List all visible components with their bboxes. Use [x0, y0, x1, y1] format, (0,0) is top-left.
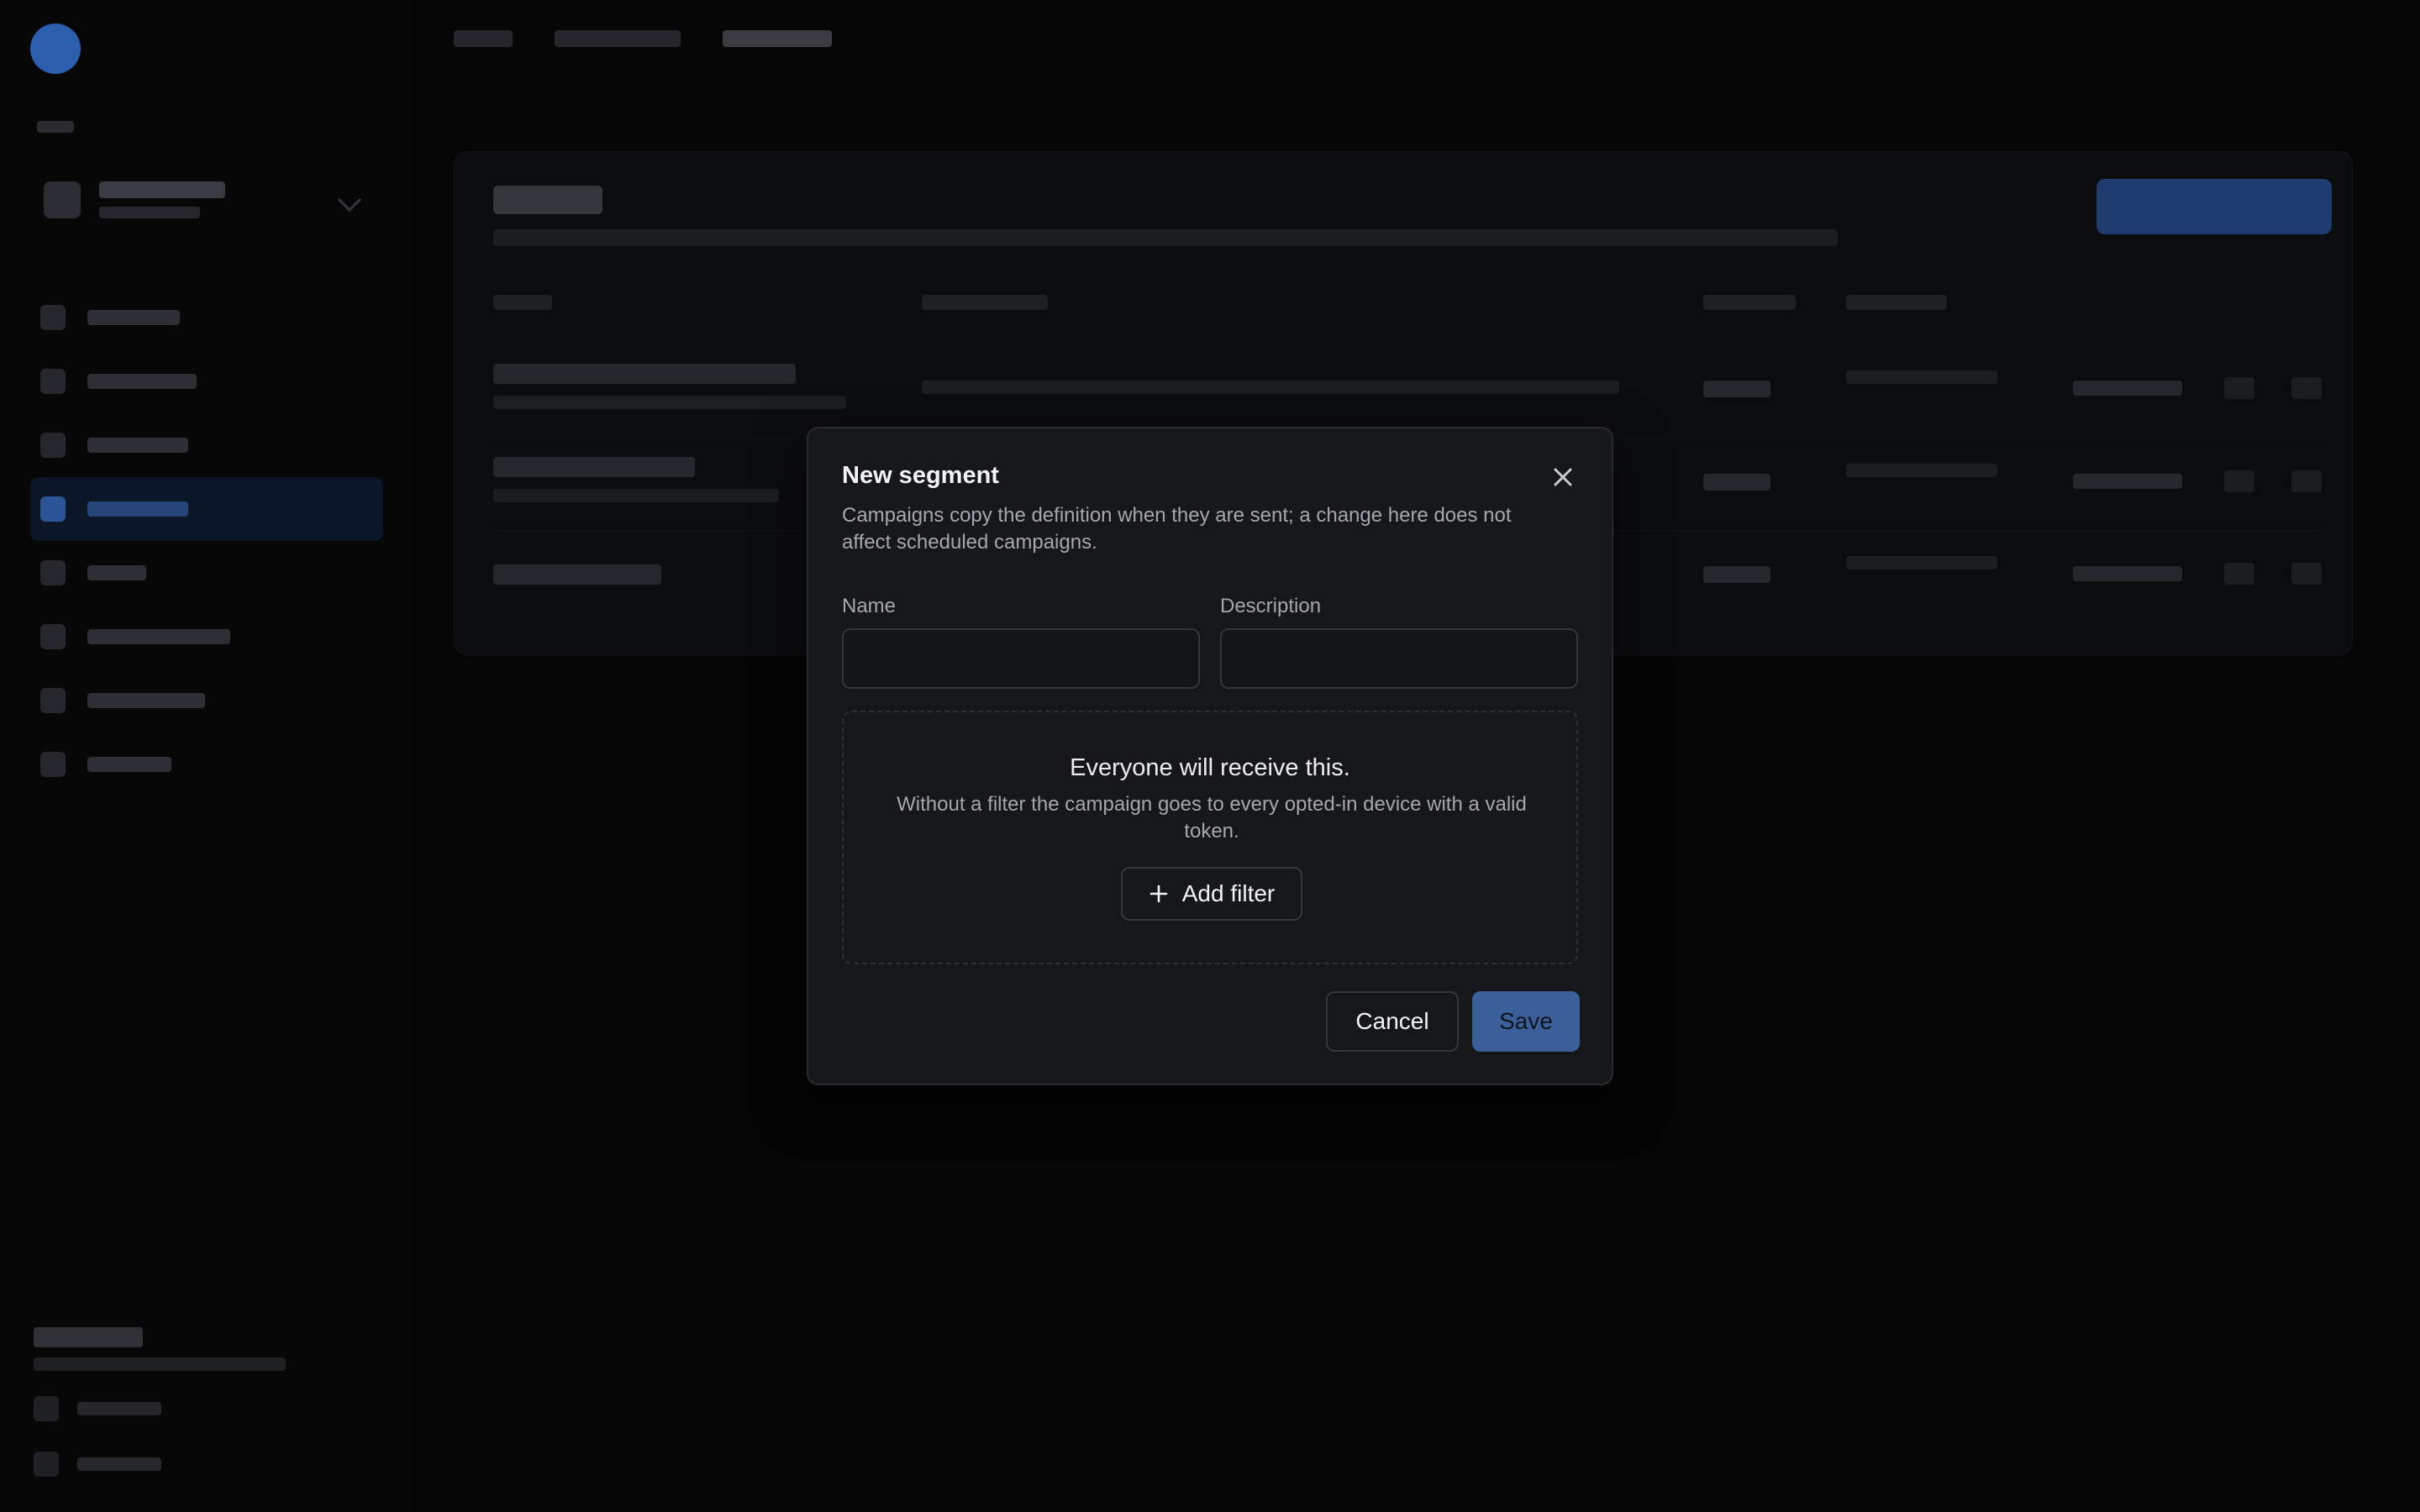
empty-filter-state: Everyone will receive this. Without a fi… [842, 711, 1578, 964]
brand-logo-icon [30, 24, 81, 74]
nav-icon [40, 560, 66, 585]
dialog-description: Campaigns copy the definition when they … [842, 504, 1512, 554]
sidebar-item [30, 732, 383, 796]
nav-icon [40, 752, 66, 777]
name-label: Name [842, 595, 897, 617]
table-row [493, 345, 2325, 438]
new-segment-dialog: New segment Campaigns copy the definitio… [807, 427, 1613, 1085]
footer-icon [34, 1396, 59, 1421]
nav-icon [40, 496, 66, 522]
workspace-switcher [30, 160, 383, 240]
sidebar-nav [30, 286, 383, 796]
close-icon [1554, 468, 1572, 486]
chevron-icon [337, 187, 362, 213]
sidebar [0, 0, 412, 1512]
nav-icon [40, 433, 66, 458]
breadcrumb-item [723, 30, 832, 47]
description-field-group: Description [1220, 595, 1578, 689]
description-input[interactable] [1220, 628, 1578, 689]
table-header [493, 295, 2325, 315]
brand [30, 24, 81, 74]
workspace-icon [44, 181, 81, 218]
cancel-button[interactable]: Cancel [1326, 991, 1459, 1052]
close-button[interactable] [1546, 460, 1580, 494]
app-background: New segment Campaigns copy the definitio… [0, 0, 2420, 1512]
nav-icon [40, 369, 66, 394]
description-label: Description [1220, 595, 1322, 617]
add-filter-button[interactable]: Add filter [1121, 867, 1302, 921]
sidebar-item [30, 413, 383, 477]
breadcrumb-item [454, 30, 513, 47]
sidebar-item [30, 541, 383, 605]
nav-icon [40, 688, 66, 713]
new-segment-button-dimmed [2096, 179, 2332, 234]
sidebar-item [30, 669, 383, 732]
workspace-text-placeholder [99, 181, 225, 218]
save-button[interactable]: Save [1472, 991, 1580, 1052]
empty-filter-description: Without a filter the campaign goes to ev… [897, 793, 1527, 843]
panel-subtitle-placeholder [493, 229, 1838, 246]
sidebar-item-active [30, 477, 383, 541]
name-field-group: Name [842, 595, 1200, 689]
sidebar-item [30, 349, 383, 413]
breadcrumb [454, 30, 832, 47]
panel-title-placeholder [493, 186, 602, 214]
dialog-title: New segment [842, 462, 999, 489]
name-input[interactable] [842, 628, 1200, 689]
add-filter-label: Add filter [1181, 880, 1276, 906]
nav-icon [40, 624, 66, 649]
plus-icon [1150, 885, 1168, 903]
nav-icon [40, 305, 66, 330]
workspace-label-placeholder [37, 121, 74, 133]
sidebar-footer [34, 1327, 286, 1507]
sidebar-item [30, 605, 383, 669]
footer-icon [34, 1452, 59, 1477]
sidebar-item [30, 286, 383, 349]
breadcrumb-item [555, 30, 681, 47]
empty-filter-title: Everyone will receive this. [1070, 754, 1350, 781]
